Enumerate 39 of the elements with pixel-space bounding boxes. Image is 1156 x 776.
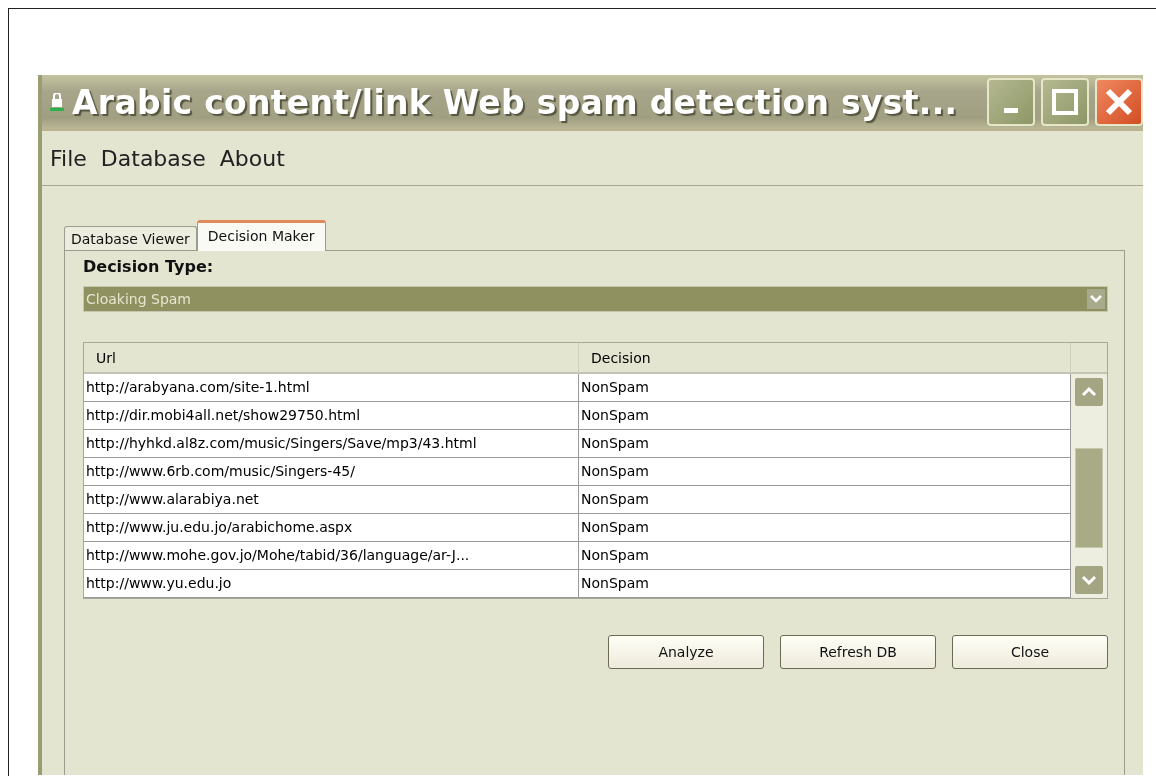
table-cell: NonSpam [579, 430, 1071, 458]
column-header[interactable]: Url [84, 343, 579, 374]
table-cell: http://arabyana.com/site-1.html [84, 374, 579, 402]
maximize-button[interactable] [1041, 78, 1089, 126]
menu-item[interactable]: Database [100, 145, 206, 171]
minimize-icon [1004, 107, 1018, 113]
table-cell: NonSpam [579, 374, 1071, 402]
field-label: Decision Type: [83, 257, 215, 276]
table-cell: http://www.6rb.com/music/Singers-45/ [84, 458, 579, 486]
table-cell: NonSpam [579, 542, 1071, 570]
close-icon [1104, 87, 1134, 117]
table-cell: NonSpam [579, 514, 1071, 542]
table-cell: http://www.yu.edu.jo [84, 570, 579, 598]
table-cell: http://www.alarabiya.net [84, 486, 579, 514]
table-cell: NonSpam [579, 402, 1071, 430]
minimize-button[interactable] [987, 78, 1035, 126]
tab[interactable]: Decision Maker [196, 220, 326, 251]
tab[interactable]: Database Viewer [64, 226, 197, 250]
table-cell: http://dir.mobi4all.net/show29750.html [84, 402, 579, 430]
table-cell: http://www.ju.edu.jo/arabichome.aspx [84, 514, 579, 542]
column-header[interactable]: Decision [579, 343, 1071, 374]
scroll-up-icon[interactable] [1075, 378, 1103, 406]
table-cell: NonSpam [579, 570, 1071, 598]
table-cell: http://hyhkd.al8z.com/music/Singers/Save/mp3/43.html [84, 430, 579, 458]
menu-item[interactable]: File [50, 145, 87, 171]
window-title: Arabic content/link Web spam detection syst... [72, 82, 959, 122]
lock-icon [50, 93, 64, 111]
table-cell: NonSpam [579, 458, 1071, 486]
action-button[interactable]: Analyze [608, 635, 764, 669]
table-cell: NonSpam [579, 486, 1071, 514]
scrollbar[interactable] [1071, 374, 1107, 598]
scrollbar-thumb[interactable] [1075, 448, 1103, 548]
action-button[interactable]: Refresh DB [780, 635, 936, 669]
maximize-icon [1051, 88, 1079, 116]
scroll-down-icon[interactable] [1075, 566, 1103, 594]
action-button[interactable]: Close [952, 635, 1108, 669]
menu-item[interactable]: About [219, 145, 285, 171]
close-button[interactable] [1095, 78, 1143, 126]
table-cell: http://www.mohe.gov.jo/Mohe/tabid/36/language/ar-J... [84, 542, 579, 570]
